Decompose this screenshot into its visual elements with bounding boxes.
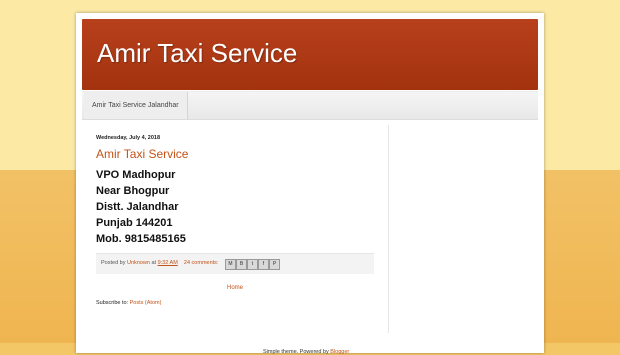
facebook-icon[interactable]: f	[258, 259, 269, 270]
twitter-icon[interactable]: t	[247, 259, 258, 270]
post-title[interactable]: Amir Taxi Service	[96, 147, 188, 161]
subscribe-label: Subscribe to:	[96, 300, 129, 306]
posted-by-label: Posted by	[101, 260, 126, 266]
sidebar-divider	[388, 125, 389, 333]
blogthis-icon[interactable]: B	[236, 259, 247, 270]
body-line: Punjab 144201	[96, 217, 173, 229]
body-line: Mob. 9815485165	[96, 233, 186, 245]
pinterest-icon[interactable]: P	[269, 259, 280, 270]
blog-title[interactable]: Amir Taxi Service	[97, 38, 297, 69]
post-date: Wednesday, July 4, 2018	[96, 135, 160, 141]
tab-amir-taxi-service-jalandhar[interactable]: Amir Taxi Service Jalandhar	[84, 92, 188, 119]
comments-link[interactable]: 24 comments:	[184, 260, 219, 266]
body-line: Distt. Jalandhar	[96, 201, 179, 213]
blog-header: Amir Taxi Service	[82, 19, 538, 90]
blog-container: Amir Taxi Service Amir Taxi Service Jala…	[76, 13, 544, 355]
post-footer-text: Posted by Unknown at 9:32 AM 24 comments…	[101, 260, 218, 266]
post-footer: Posted by Unknown at 9:32 AM 24 comments…	[96, 253, 374, 274]
body-line: VPO Madhopur	[96, 169, 176, 181]
at-label: at	[151, 260, 157, 266]
page-tabs: Amir Taxi Service Jalandhar	[82, 91, 538, 120]
subscribe-line: Subscribe to: Posts (Atom)	[96, 300, 161, 306]
attribution: Simple theme. Powered by Blogger	[263, 349, 349, 355]
timestamp-link[interactable]: 9:32 AM	[158, 260, 178, 266]
author-link[interactable]: Unknown	[127, 260, 150, 266]
share-buttons: M B t f P	[225, 259, 280, 270]
post-body: VPO Madhopur Near Bhogpur Distt. Jalandh…	[96, 167, 186, 247]
blogger-link[interactable]: Blogger	[330, 349, 349, 355]
posts-atom-link[interactable]: Posts (Atom)	[130, 300, 162, 306]
home-link[interactable]: Home	[227, 285, 243, 291]
body-line: Near Bhogpur	[96, 185, 170, 197]
attribution-text: Simple theme. Powered by	[263, 349, 329, 355]
email-icon[interactable]: M	[225, 259, 236, 270]
